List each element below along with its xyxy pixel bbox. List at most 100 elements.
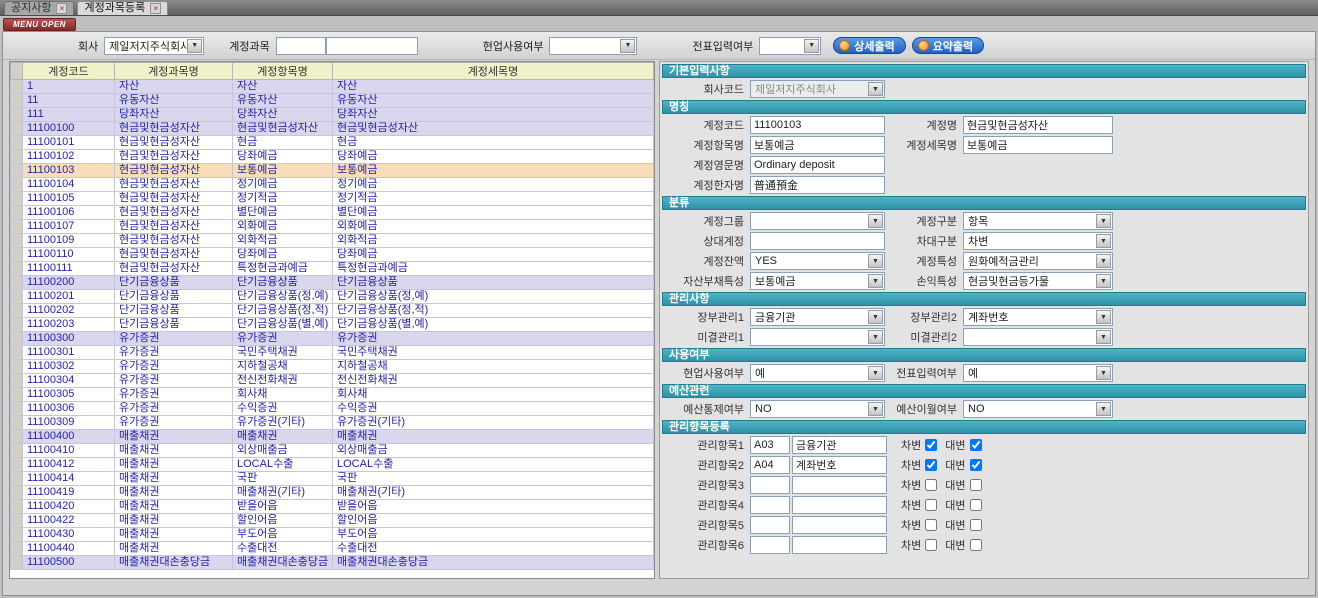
mgmt-item-code-input[interactable]	[750, 456, 790, 474]
table-row[interactable]: 11100440매출채권수출대전수출대전	[11, 542, 654, 556]
tab-account-register[interactable]: 계정과목등록 ×	[77, 1, 168, 15]
credit-checkbox[interactable]	[970, 499, 982, 511]
ledger1-select[interactable]: 금융기관 ▼	[750, 308, 885, 326]
table-row[interactable]: 11100420매출채권받을어음받을어음	[11, 500, 654, 514]
debit-checkbox[interactable]	[925, 499, 937, 511]
table-row[interactable]: 11100101현금및현금성자산현금현금	[11, 136, 654, 150]
table-row[interactable]: 111당좌자산당좌자산당좌자산	[11, 108, 654, 122]
table-row[interactable]: 11100201단기금융상품단기금융상품(정,예)단기금융상품(정,예)	[11, 290, 654, 304]
tab-close-icon[interactable]: ×	[56, 3, 67, 14]
mgmt-item-code-input[interactable]	[750, 496, 790, 514]
table-row[interactable]: 11100301유가증권국민주택채권국민주택채권	[11, 346, 654, 360]
credit-checkbox[interactable]	[970, 439, 982, 451]
budget-ctrl-select[interactable]: NO ▼	[750, 400, 885, 418]
debit-checkbox[interactable]	[925, 439, 937, 451]
credit-checkbox[interactable]	[970, 539, 982, 551]
table-row[interactable]: 11100304유가증권전신전화채권전신전화채권	[11, 374, 654, 388]
budget-carry-select[interactable]: NO ▼	[963, 400, 1113, 418]
mgmt-item-name-input[interactable]	[792, 476, 887, 494]
column-header[interactable]: 계정세목명	[333, 63, 654, 80]
debit-checkbox[interactable]	[925, 519, 937, 531]
pending2-select[interactable]: ▼	[963, 328, 1113, 346]
mgmt-item-code-input[interactable]	[750, 536, 790, 554]
tab-close-icon[interactable]: ×	[150, 3, 161, 14]
table-row[interactable]: 11100430매출채권부도어음부도어음	[11, 528, 654, 542]
eng-name-input[interactable]	[750, 156, 885, 174]
table-row[interactable]: 11100103현금및현금성자산보통예금보통예금	[11, 164, 654, 178]
table-row[interactable]: 11100104현금및현금성자산정기예금정기예금	[11, 178, 654, 192]
mgmt-item-code-input[interactable]	[750, 516, 790, 534]
acct-balance-select[interactable]: YES ▼	[750, 252, 885, 270]
menu-open-button[interactable]: MENU OPEN	[3, 18, 76, 31]
table-row[interactable]: 11100500매출채권대손충당금매출채권대손충당금매출채권대손충당금	[11, 556, 654, 570]
credit-checkbox[interactable]	[970, 479, 982, 491]
acct-gubun-select[interactable]: 항목 ▼	[963, 212, 1113, 230]
voucher-use-select[interactable]: 예 ▼	[963, 364, 1113, 382]
summary-print-button[interactable]: 요약출력	[912, 37, 984, 54]
pl-trait-select[interactable]: 현금및현금등가물 ▼	[963, 272, 1113, 290]
table-row[interactable]: 11100105현금및현금성자산정기적금정기적금	[11, 192, 654, 206]
column-header[interactable]: 계정항목명	[233, 63, 333, 80]
table-row[interactable]: 11100419매출채권매출채권(기타)매출채권(기타)	[11, 486, 654, 500]
table-row[interactable]: 11100107현금및현금성자산외화예금외화예금	[11, 220, 654, 234]
table-row[interactable]: 11100300유가증권유가증권유가증권	[11, 332, 654, 346]
hanja-name-input[interactable]	[750, 176, 885, 194]
mgmt-item-name-input[interactable]	[792, 456, 887, 474]
acct-group-select[interactable]: ▼	[750, 212, 885, 230]
mgmt-item-name-input[interactable]	[792, 496, 887, 514]
table-row[interactable]: 1자산자산자산	[11, 80, 654, 94]
row-indicator	[11, 122, 23, 136]
table-row[interactable]: 11100100현금및현금성자산현금및현금성자산현금및현금성자산	[11, 122, 654, 136]
debit-checkbox[interactable]	[925, 539, 937, 551]
debit-checkbox[interactable]	[925, 459, 937, 471]
table-row[interactable]: 11100400매출채권매출채권매출채권	[11, 430, 654, 444]
table-row[interactable]: 11100302유가증권지하철공채지하철공채	[11, 360, 654, 374]
table-row[interactable]: 11100306유가증권수익증권수익증권	[11, 402, 654, 416]
credit-checkbox[interactable]	[970, 519, 982, 531]
voucher-select[interactable]: ▼	[759, 37, 821, 55]
table-row[interactable]: 11100102현금및현금성자산당좌예금당좌예금	[11, 150, 654, 164]
acct-name-input[interactable]	[963, 116, 1113, 134]
mgmt-item-name-input[interactable]	[792, 436, 887, 454]
table-row[interactable]: 11100309유가증권유가증권(기타)유가증권(기타)	[11, 416, 654, 430]
account-name-input[interactable]	[326, 37, 418, 55]
item-name-input[interactable]	[750, 136, 885, 154]
pending1-select[interactable]: ▼	[750, 328, 885, 346]
mgmt-item-code-input[interactable]	[750, 436, 790, 454]
table-row[interactable]: 11100110현금및현금성자산당좌예금당좌예금	[11, 248, 654, 262]
detail-name-input[interactable]	[963, 136, 1113, 154]
column-header[interactable]: 계정과목명	[115, 63, 233, 80]
ledger2-select[interactable]: 계좌번호 ▼	[963, 308, 1113, 326]
column-header[interactable]: 계정코드	[23, 63, 115, 80]
table-row[interactable]: 11100106현금및현금성자산별단예금별단예금	[11, 206, 654, 220]
acct-code-input[interactable]	[750, 116, 885, 134]
detail-print-button[interactable]: 상세출력	[833, 37, 905, 54]
table-row[interactable]: 11100422매출채권할인어음할인어음	[11, 514, 654, 528]
mgmt-item-name-input[interactable]	[792, 536, 887, 554]
mgmt-item-code-input[interactable]	[750, 476, 790, 494]
dc-gubun-select[interactable]: 차변 ▼	[963, 232, 1113, 250]
account-code-input[interactable]	[276, 37, 326, 55]
field-use-detail-select[interactable]: 예 ▼	[750, 364, 885, 382]
table-row[interactable]: 11100202단기금융상품단기금융상품(정,적)단기금융상품(정,적)	[11, 304, 654, 318]
acct-trait-select[interactable]: 원화예적금관리 ▼	[963, 252, 1113, 270]
table-row[interactable]: 11100414매출채권국판국판	[11, 472, 654, 486]
table-row[interactable]: 11유동자산유동자산유동자산	[11, 94, 654, 108]
asset-trait-select[interactable]: 보통예금 ▼	[750, 272, 885, 290]
credit-checkbox[interactable]	[970, 459, 982, 471]
tab-notice[interactable]: 공지사항 ×	[4, 1, 74, 15]
table-row[interactable]: 11100203단기금융상품단기금융상품(별,예)단기금융상품(별,예)	[11, 318, 654, 332]
section-use: 사용여부	[662, 348, 1306, 362]
table-row[interactable]: 11100410매출채권외상매출금외상매출금	[11, 444, 654, 458]
mgmt-item-name-input[interactable]	[792, 516, 887, 534]
table-cell: 11100306	[23, 402, 115, 416]
field-use-select[interactable]: ▼	[549, 37, 637, 55]
table-row[interactable]: 11100412매출채권LOCAL수출LOCAL수출	[11, 458, 654, 472]
contra-acct-input[interactable]	[750, 232, 885, 250]
table-row[interactable]: 11100305유가증권회사채회사채	[11, 388, 654, 402]
table-row[interactable]: 11100200단기금융상품단기금융상품단기금융상품	[11, 276, 654, 290]
debit-checkbox[interactable]	[925, 479, 937, 491]
company-select[interactable]: 제일저지주식회사 ▼	[104, 37, 204, 55]
table-row[interactable]: 11100111현금및현금성자산특정현금과예금특정현금과예금	[11, 262, 654, 276]
table-row[interactable]: 11100109현금및현금성자산외화적금외화적금	[11, 234, 654, 248]
